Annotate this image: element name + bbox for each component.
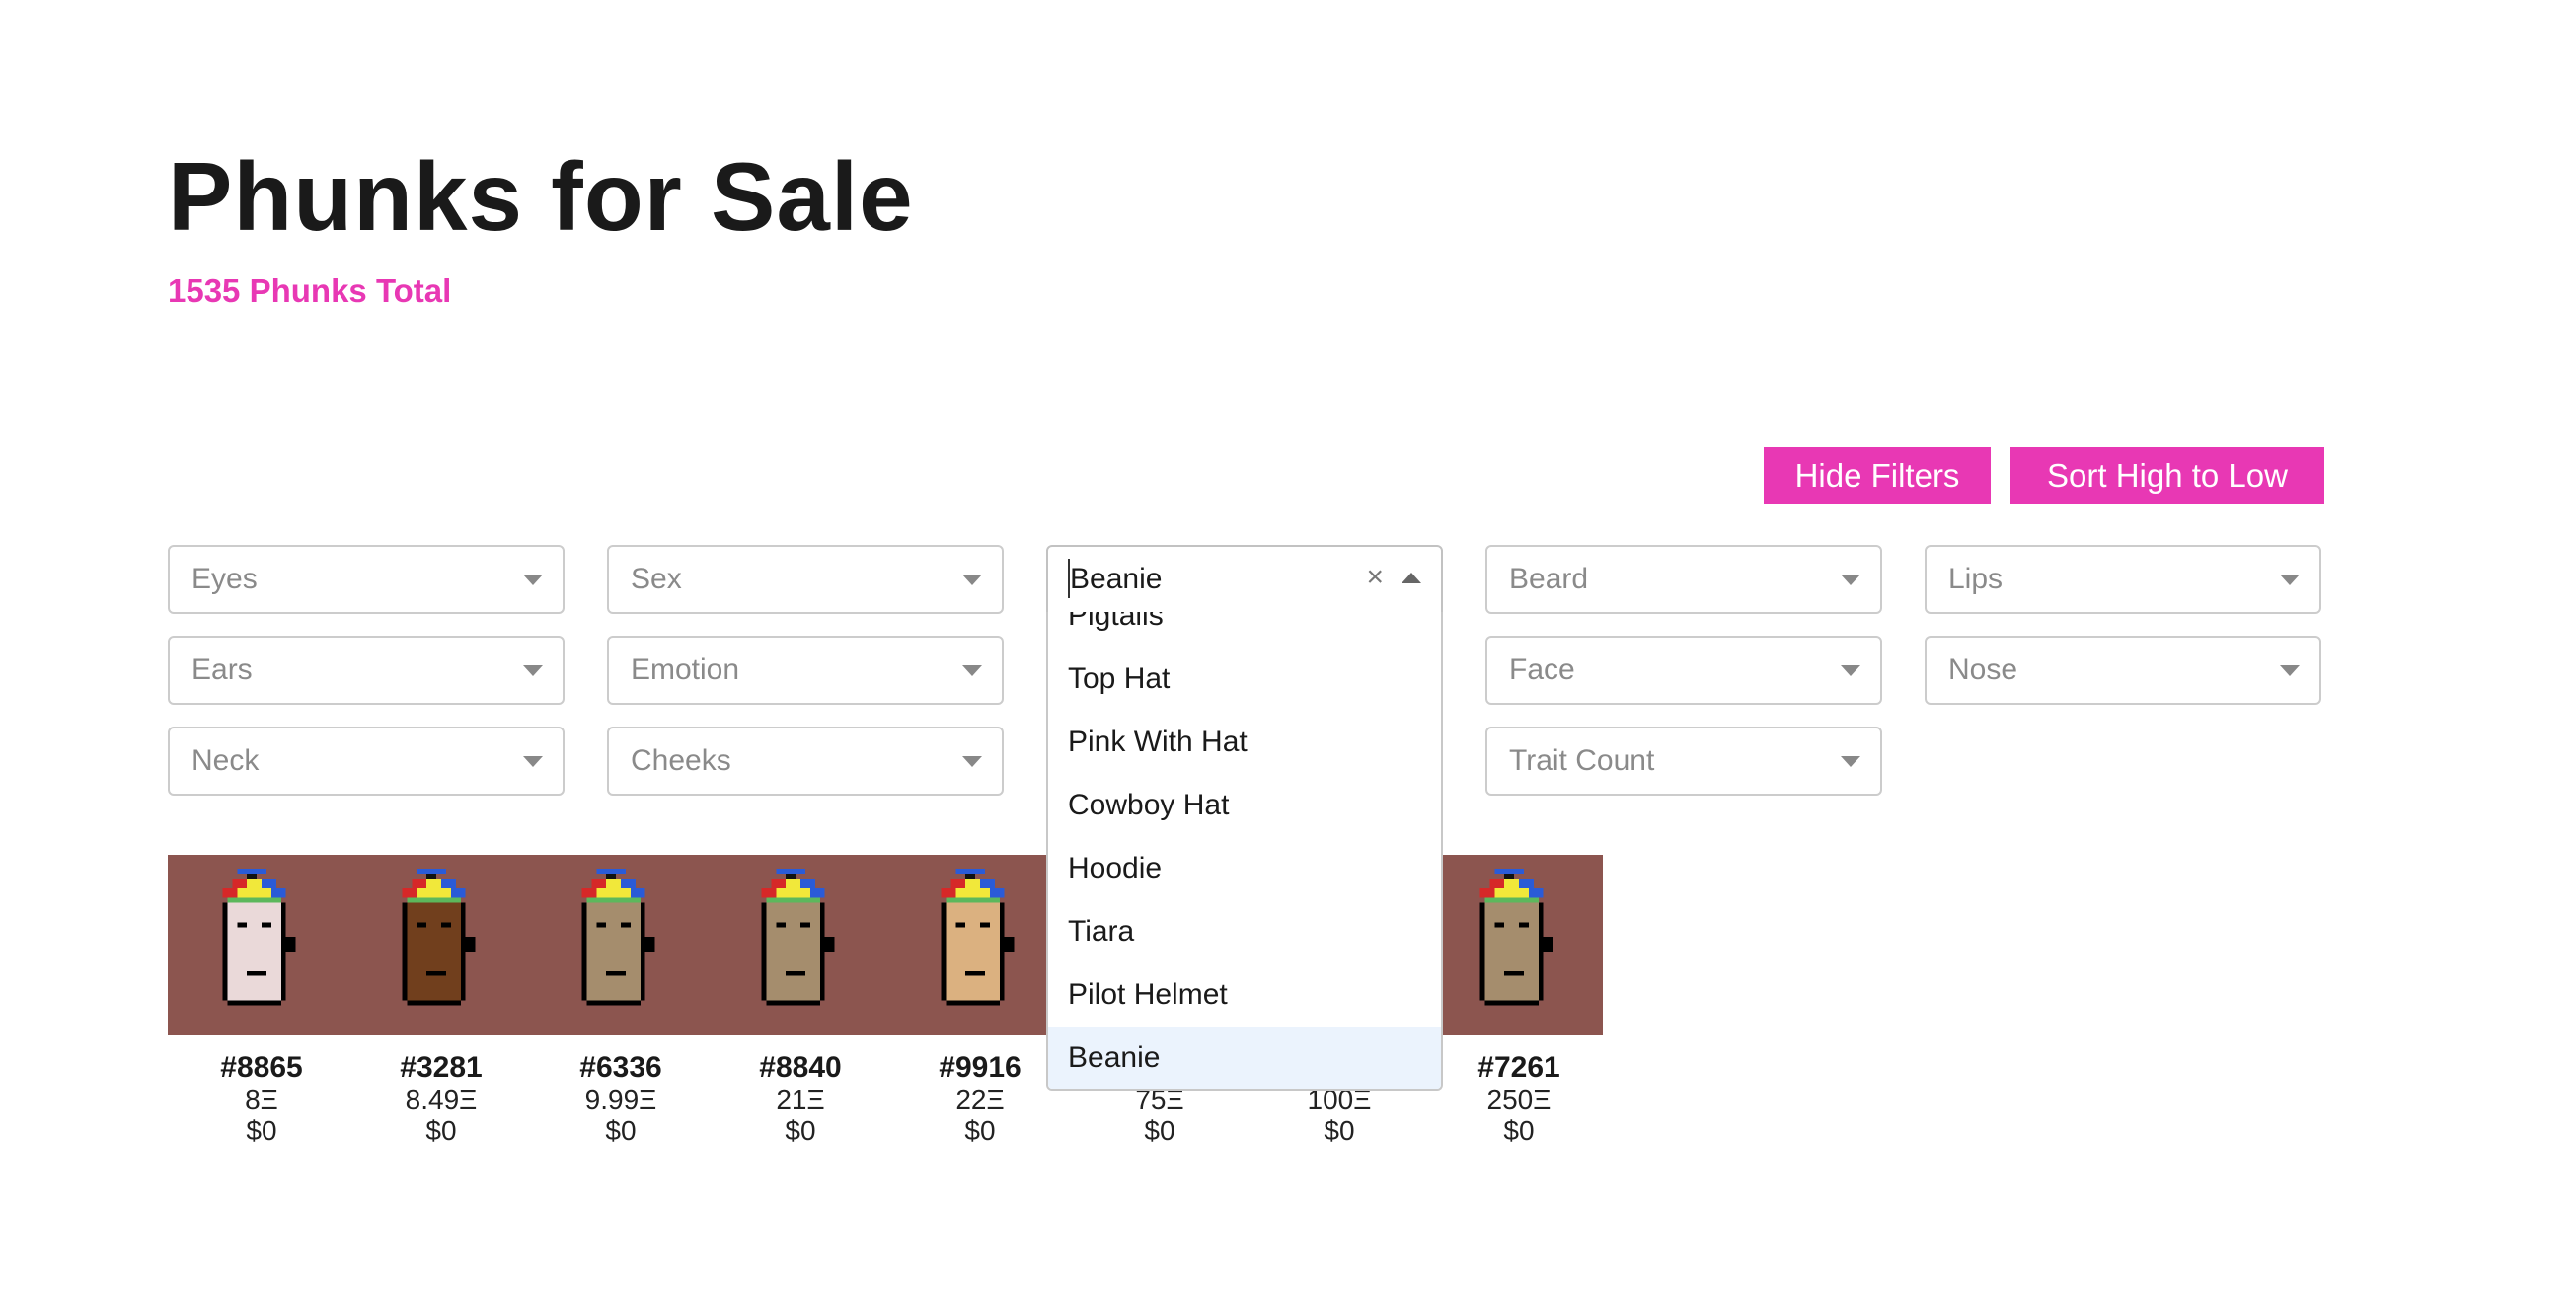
phunk-listing[interactable]: #8840 21Ξ $0 (712, 1052, 889, 1147)
sex-filter-placeholder: Sex (631, 563, 682, 595)
nose-filter-select[interactable]: Nose (1925, 636, 2321, 705)
chevron-down-icon (1841, 756, 1860, 767)
chevron-down-icon (523, 575, 543, 585)
trait-count-filter-select[interactable]: Trait Count (1485, 727, 1882, 796)
chevron-down-icon (2280, 665, 2300, 676)
eyes-filter-placeholder: Eyes (191, 563, 258, 595)
phunk-listing[interactable]: #7261 250Ξ $0 (1430, 1052, 1608, 1147)
clear-icon[interactable]: × (1366, 561, 1384, 594)
lips-filter-placeholder: Lips (1948, 563, 2004, 595)
sort-high-to-low-button[interactable]: Sort High to Low (2010, 447, 2324, 504)
phunk-price: 8Ξ (245, 1084, 278, 1114)
chevron-down-icon (1841, 575, 1860, 585)
chevron-down-icon (962, 756, 982, 767)
hat-dropdown-menu: Pigtails Top Hat Pink With Hat Cowboy Ha… (1046, 612, 1443, 1091)
face-filter-placeholder: Face (1509, 653, 1575, 686)
chevron-down-icon (523, 665, 543, 676)
phunk-id: #9916 (939, 1051, 1022, 1084)
phunk-usd-price: $0 (964, 1115, 996, 1146)
phunk-price: 250Ξ (1486, 1084, 1552, 1114)
hat-option[interactable]: Cowboy Hat (1048, 774, 1441, 837)
phunk-price: 8.49Ξ (405, 1084, 478, 1114)
phunk-id: #8865 (220, 1051, 303, 1084)
chevron-up-icon[interactable] (1402, 573, 1421, 583)
eyes-filter-select[interactable]: Eyes (168, 545, 565, 614)
ears-filter-select[interactable]: Ears (168, 636, 565, 705)
hat-filter-select[interactable]: Beanie × (1046, 545, 1443, 614)
hat-option[interactable]: Tiara (1048, 900, 1441, 963)
hat-option[interactable]: Pigtails (1048, 612, 1441, 648)
chevron-down-icon (962, 665, 982, 676)
phunk-id: #7261 (1477, 1051, 1560, 1084)
phunk-usd-price: $0 (605, 1115, 637, 1146)
emotion-filter-placeholder: Emotion (631, 653, 740, 686)
phunk-id: #6336 (579, 1051, 662, 1084)
chevron-down-icon (523, 756, 543, 767)
emotion-filter-select[interactable]: Emotion (607, 636, 1004, 705)
phunk-usd-price: $0 (425, 1115, 457, 1146)
hat-option-selected[interactable]: Beanie (1048, 1027, 1441, 1089)
phunk-usd-price: $0 (1144, 1115, 1175, 1146)
hat-option[interactable]: Pilot Helmet (1048, 963, 1441, 1027)
lips-filter-select[interactable]: Lips (1925, 545, 2321, 614)
page-title: Phunks for Sale (168, 142, 914, 251)
neck-filter-placeholder: Neck (191, 744, 260, 777)
cheeks-filter-select[interactable]: Cheeks (607, 727, 1004, 796)
phunk-avatar[interactable] (567, 869, 675, 1035)
chevron-down-icon (1841, 665, 1860, 676)
phunk-avatar[interactable] (746, 869, 855, 1035)
phunk-usd-price: $0 (1503, 1115, 1535, 1146)
phunk-usd-price: $0 (246, 1115, 277, 1146)
phunk-listing[interactable]: #6336 9.99Ξ $0 (532, 1052, 710, 1147)
hat-option[interactable]: Hoodie (1048, 837, 1441, 900)
phunk-price: 22Ξ (955, 1084, 1005, 1114)
beard-filter-select[interactable]: Beard (1485, 545, 1882, 614)
phunk-avatar[interactable] (207, 869, 316, 1035)
ears-filter-placeholder: Ears (191, 653, 253, 686)
phunk-id: #8840 (759, 1051, 842, 1084)
phunk-usd-price: $0 (1324, 1115, 1355, 1146)
hat-filter-value: Beanie (1070, 563, 1163, 595)
hide-filters-button[interactable]: Hide Filters (1764, 447, 1991, 504)
beard-filter-placeholder: Beard (1509, 563, 1589, 595)
phunk-listing[interactable]: #3281 8.49Ξ $0 (352, 1052, 530, 1147)
sex-filter-select[interactable]: Sex (607, 545, 1004, 614)
phunks-total-count: 1535 Phunks Total (168, 272, 452, 309)
phunk-usd-price: $0 (785, 1115, 816, 1146)
phunk-price: 21Ξ (776, 1084, 825, 1114)
chevron-down-icon (2280, 575, 2300, 585)
neck-filter-select[interactable]: Neck (168, 727, 565, 796)
phunk-listing[interactable]: #8865 8Ξ $0 (173, 1052, 350, 1147)
nose-filter-placeholder: Nose (1948, 653, 2018, 686)
phunk-avatar[interactable] (387, 869, 495, 1035)
face-filter-select[interactable]: Face (1485, 636, 1882, 705)
phunk-listing[interactable]: #9916 22Ξ $0 (891, 1052, 1069, 1147)
phunk-avatar[interactable] (926, 869, 1034, 1035)
chevron-down-icon (962, 575, 982, 585)
cheeks-filter-placeholder: Cheeks (631, 744, 731, 777)
phunk-price: 9.99Ξ (584, 1084, 657, 1114)
phunk-id: #3281 (400, 1051, 483, 1084)
trait-count-filter-placeholder: Trait Count (1509, 744, 1655, 777)
hat-option[interactable]: Pink With Hat (1048, 711, 1441, 774)
phunk-avatar[interactable] (1465, 869, 1573, 1035)
hat-option[interactable]: Top Hat (1048, 648, 1441, 711)
